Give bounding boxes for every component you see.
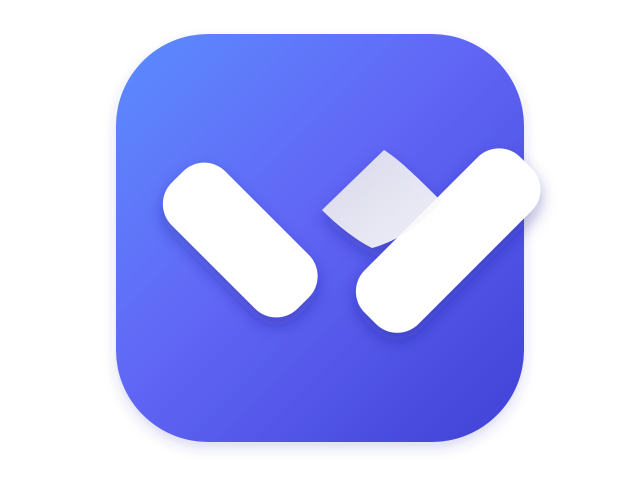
app-icon[interactable]: [0, 0, 640, 480]
icon-canvas: [0, 0, 640, 480]
